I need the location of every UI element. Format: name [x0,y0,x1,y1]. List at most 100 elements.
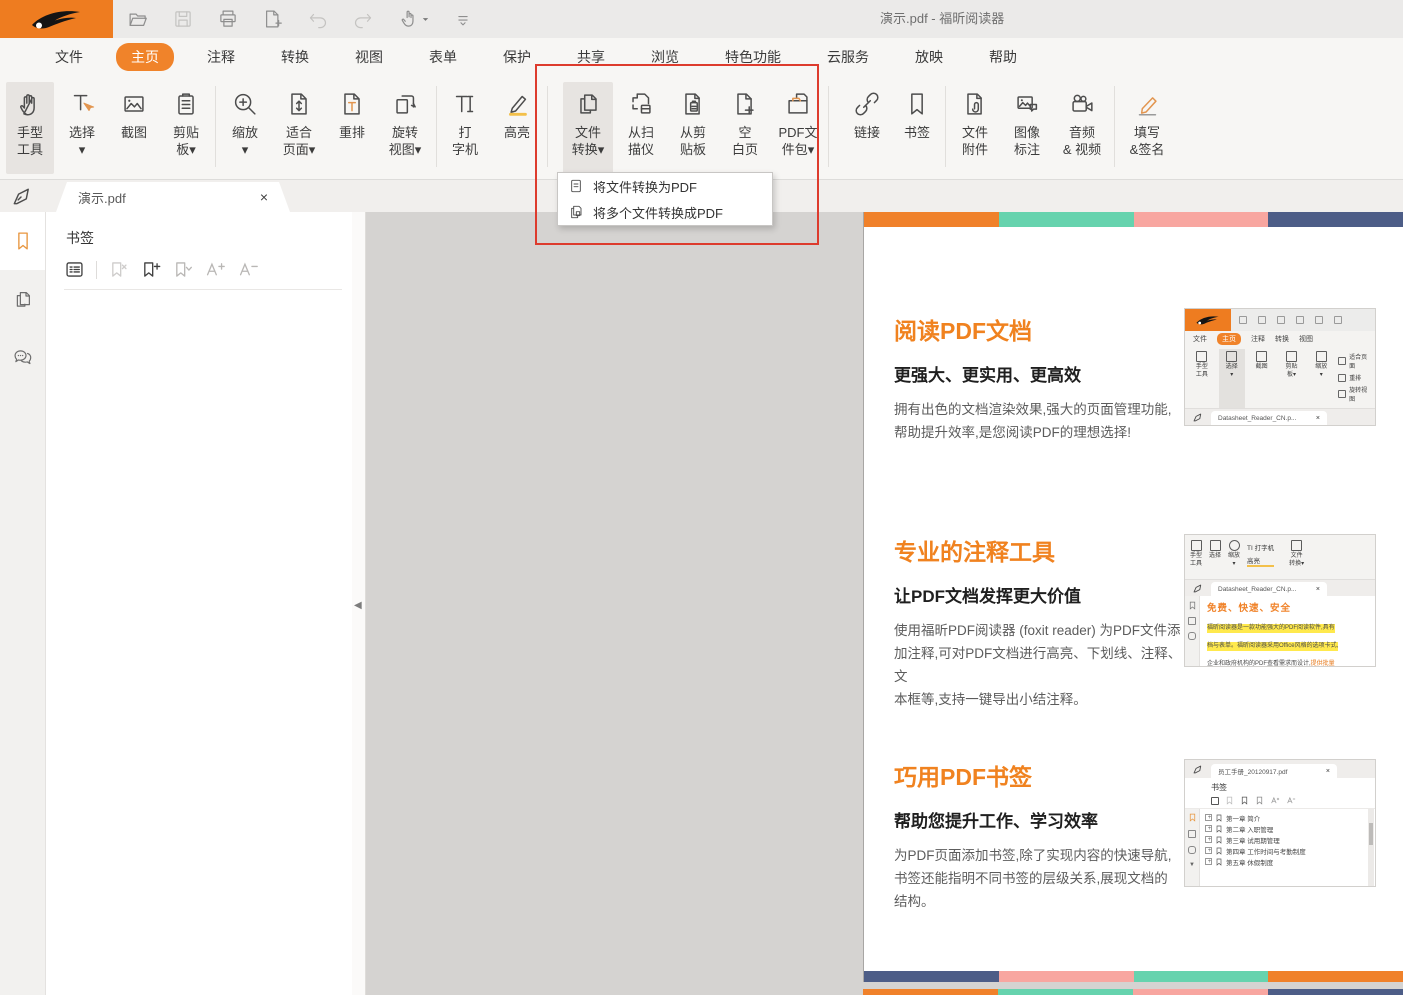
bookmarks-panel: 书签 [46,212,352,995]
window-title: 演示.pdf - 福昕阅读器 [880,0,1004,38]
section-subtitle: 帮助您提升工作、学习效率 [894,807,1186,832]
mini-rail [1185,596,1200,666]
page-top-stripe [864,212,1403,227]
menu-item-browse[interactable]: 浏览 [651,47,679,67]
zoom-tool-button[interactable]: 缩放 ▾ [221,82,269,174]
snapshot-tool-button[interactable]: 截图 [110,82,158,174]
menu-item-file[interactable]: 文件 [55,47,83,67]
rotate-view-tool-button[interactable]: 旋转 视图▾ [379,82,431,174]
print-button[interactable] [214,6,242,32]
page-bottom-stripe [864,971,1403,982]
image-annotation-icon [1012,89,1042,119]
rail-comments-button[interactable] [0,328,45,386]
tab-close-icon[interactable]: × [260,189,268,205]
file-convert-tool-button[interactable]: 文件 转换▾ [563,82,613,174]
mini-text-increase-icon [1270,796,1280,805]
ribbon-separator [828,86,829,167]
expand-bookmark-button[interactable] [172,259,193,280]
menu-item-view[interactable]: 视图 [355,47,383,67]
mini-menubar: 文件 主页 注释 转换 视图 [1185,331,1375,346]
save-button[interactable] [169,6,197,32]
undo-button[interactable] [304,6,332,32]
menu-item-convert-file-to-pdf[interactable]: 将文件转换为PDF [558,173,772,199]
mini-document-body: 免费、快速、安全 福昕阅读器是一款功能强大的PDF阅读软件,具有 档与表单。福昕… [1185,596,1375,666]
bookmark-tree-item: 第一章 简介 [1205,812,1375,823]
image-annotation-tool-button[interactable]: 图像 标注 [1003,82,1051,174]
menu-item-convert-multiple-files-to-pdf[interactable]: 将多个文件转换成PDF [558,199,772,225]
bookmark-options-button[interactable] [64,259,85,280]
increase-text-size-button[interactable] [204,259,226,280]
add-bookmark-button[interactable] [140,259,161,280]
mini-bookmark-icon [1188,813,1197,822]
mini-titlebar [1185,309,1375,331]
menu-item-protect[interactable]: 保护 [503,47,531,67]
menu-item-home[interactable]: 主页 [116,43,174,71]
highlight-tool-button[interactable]: 高亮 [492,82,542,174]
audio-video-tool-button[interactable]: 音频 & 视频 [1055,82,1109,174]
rotate-view-icon [390,89,420,119]
mini-rail: ▼ [1185,809,1200,887]
panel-splitter[interactable]: ◀ [352,212,366,995]
mini-text-decrease-icon [1286,796,1296,805]
select-cursor-icon [67,89,97,119]
decrease-text-size-button[interactable] [237,259,259,280]
rail-pages-button[interactable] [0,270,45,328]
pdf-portfolio-tool-button[interactable]: PDF文 件包▾ [773,82,823,174]
bookmarks-panel-icon [11,229,35,253]
create-pdf-button[interactable] [259,6,287,32]
mini-scrollbar [1368,809,1374,887]
blank-page-tool-button[interactable]: 空 白页 [721,82,769,174]
ribbon-separator [215,86,216,167]
bookmark-tree-item: 第三章 试用期管理 [1205,834,1375,845]
link-tool-button[interactable]: 链接 [844,82,890,174]
menu-item-convert[interactable]: 转换 [281,47,309,67]
customize-toolbar-button[interactable] [449,6,477,32]
dropdown-arrow-icon [421,15,430,24]
clipboard-tool-button[interactable]: 剪贴 板▾ [162,82,210,174]
bookmark-tree-item: 第五章 休假制度 [1205,856,1375,867]
from-clipboard-tool-button[interactable]: 从剪 贴板 [669,82,717,174]
mini-bookmark-icon [1188,601,1197,610]
mini-tabbar: 员工手册_20120917.pdf× [1185,760,1375,778]
select-tool-button[interactable]: 选择 ▾ [58,82,106,174]
redo-button[interactable] [349,6,377,32]
menu-item-present[interactable]: 放映 [915,47,943,67]
tab-demo-pdf[interactable]: 演示.pdf × [56,182,290,212]
foxit-reader-window: 演示.pdf - 福昕阅读器 文件 主页 注释 转换 视图 表单 保护 共享 浏… [0,0,1403,995]
delete-bookmark-button[interactable] [108,259,129,280]
open-file-button[interactable] [124,6,152,32]
touch-mode-button[interactable] [394,6,432,32]
mini-fit-list: 适合页面 重排 旋转视图 [1338,349,1373,408]
menu-item-form[interactable]: 表单 [429,47,457,67]
typewriter-tool-button[interactable]: 打 字机 [442,82,488,174]
menu-item-share[interactable]: 共享 [577,47,605,67]
reflow-tool-button[interactable]: 重排 [329,82,375,174]
screenshot-thumbnail-annotation: 手型 工具 选择 缩放 ▾ TI 打字机 高亮 文件 转换▾ Datasheet… [1184,534,1376,667]
quick-pen-button[interactable] [10,185,33,208]
ribbon-separator [945,86,946,167]
pages-panel-icon [11,287,35,311]
hand-tool-button[interactable]: 手型 工具 [6,82,54,174]
section-subtitle: 让PDF文档发挥更大价值 [894,582,1186,607]
document-view[interactable]: 阅读PDF文档 更强大、更实用、更高效 拥有出色的文档渲染效果,强大的页面管理功… [366,212,1403,995]
menu-item-help[interactable]: 帮助 [989,47,1017,67]
printer-icon [216,7,240,31]
mini-bookmark-icon [1215,858,1223,866]
bookmark-tool-button[interactable]: 书签 [894,82,940,174]
rail-bookmarks-button[interactable] [0,212,45,270]
ribbon-separator [436,86,437,167]
section-title: 专业的注释工具 [894,533,1186,567]
fill-sign-icon [1132,89,1162,119]
menu-item-features[interactable]: 特色功能 [725,47,781,67]
fit-page-tool-button[interactable]: 适合 页面▾ [273,82,325,174]
ribbon-separator [547,86,548,167]
collapse-panel-arrow-icon[interactable]: ◀ [354,600,362,611]
from-scanner-tool-button[interactable]: 从扫 描仪 [617,82,665,174]
fill-sign-tool-button[interactable]: 填写 &签名 [1120,82,1174,174]
customize-icon [452,8,474,30]
menu-item-cloud[interactable]: 云服务 [827,47,869,67]
section-subtitle: 更强大、更实用、更高效 [894,361,1186,386]
section-body: 拥有出色的文档渲染效果,强大的页面管理功能, 帮助提升效率,是您阅读PDF的理想… [894,398,1186,444]
file-attachment-tool-button[interactable]: 文件 附件 [951,82,999,174]
menu-item-comment[interactable]: 注释 [207,47,235,67]
